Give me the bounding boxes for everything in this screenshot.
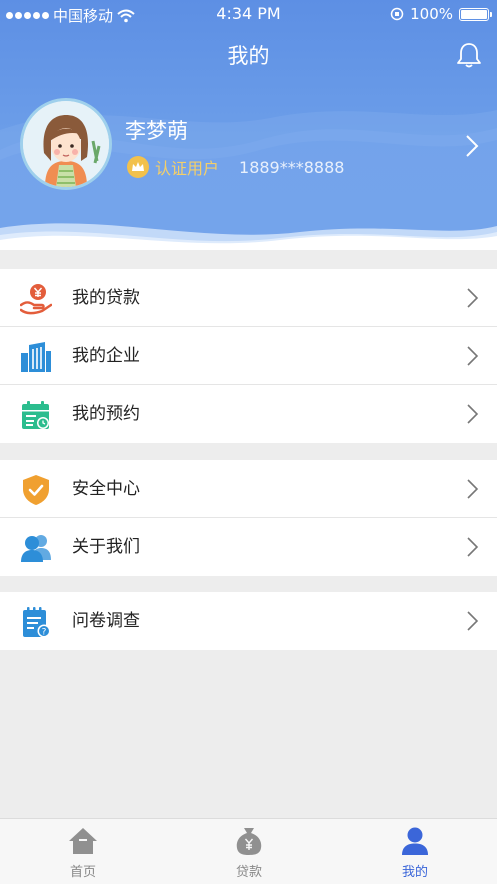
status-bar: 中国移动 4:34 PM 100% (0, 0, 497, 28)
orientation-lock-icon (390, 7, 404, 21)
home-icon (69, 828, 97, 854)
menu-label: 关于我们 (72, 537, 140, 557)
chevron-right-icon (467, 346, 479, 366)
page-title: 我的 (227, 44, 270, 68)
building-icon (21, 342, 51, 372)
survey-icon: ? (23, 607, 51, 638)
chevron-right-icon (467, 537, 479, 557)
bell-icon[interactable] (455, 40, 483, 70)
money-bag-icon (236, 828, 262, 855)
menu-item-my-appointments[interactable]: 我的预约 (0, 385, 497, 443)
tab-bar: 首页 贷款 我的 (0, 818, 497, 884)
menu-label: 问卷调查 (72, 611, 140, 631)
verification-row: 认证用户 1889***8888 (127, 155, 344, 179)
chevron-right-icon (467, 479, 479, 499)
avatar-illustration (23, 101, 109, 187)
chevron-right-icon (467, 404, 479, 424)
battery-icon (459, 7, 492, 21)
tab-home[interactable]: 首页 (0, 819, 166, 884)
chevron-right-icon (467, 288, 479, 308)
menu-group-survey: ? 问卷调查 (0, 592, 497, 650)
tab-label: 我的 (401, 865, 428, 880)
chevron-right-icon[interactable] (465, 134, 479, 158)
person-icon (402, 827, 428, 855)
verified-badge: 认证用户 (155, 159, 220, 178)
users-icon (21, 535, 51, 562)
tab-loans[interactable]: 贷款 (166, 819, 332, 884)
user-name: 李梦萌 (125, 119, 188, 143)
menu-label: 我的预约 (72, 404, 140, 424)
menu-label: 我的企业 (72, 346, 140, 366)
menu-item-my-company[interactable]: 我的企业 (0, 327, 497, 385)
crown-icon (127, 156, 149, 178)
shield-icon (23, 475, 49, 505)
menu-label: 安全中心 (72, 479, 140, 499)
menu-label: 我的贷款 (72, 288, 140, 308)
svg-text:?: ? (42, 628, 47, 638)
phone-number: 1889***8888 (239, 157, 345, 177)
menu-group-info: 安全中心 关于我们 (0, 460, 497, 576)
tab-label: 首页 (69, 865, 96, 880)
avatar[interactable] (20, 98, 112, 190)
menu-item-my-loans[interactable]: 我的贷款 (0, 269, 497, 327)
chevron-right-icon (467, 611, 479, 631)
menu-item-survey[interactable]: ? 问卷调查 (0, 592, 497, 650)
loan-hand-icon (20, 284, 52, 315)
tab-label: 贷款 (235, 865, 262, 880)
battery-percent: 100% (410, 5, 453, 23)
menu-item-about-us[interactable]: 关于我们 (0, 518, 497, 576)
profile-header: 中国移动 4:34 PM 100% 我的 李梦萌 认证用户 1889***888… (0, 0, 497, 250)
menu-item-security-center[interactable]: 安全中心 (0, 460, 497, 518)
calendar-icon (22, 401, 49, 429)
menu-group-account: 我的贷款 我的企业 我的预约 (0, 269, 497, 443)
tab-mine[interactable]: 我的 (332, 819, 497, 884)
profile-card[interactable]: 李梦萌 认证用户 1889***8888 (0, 98, 497, 198)
